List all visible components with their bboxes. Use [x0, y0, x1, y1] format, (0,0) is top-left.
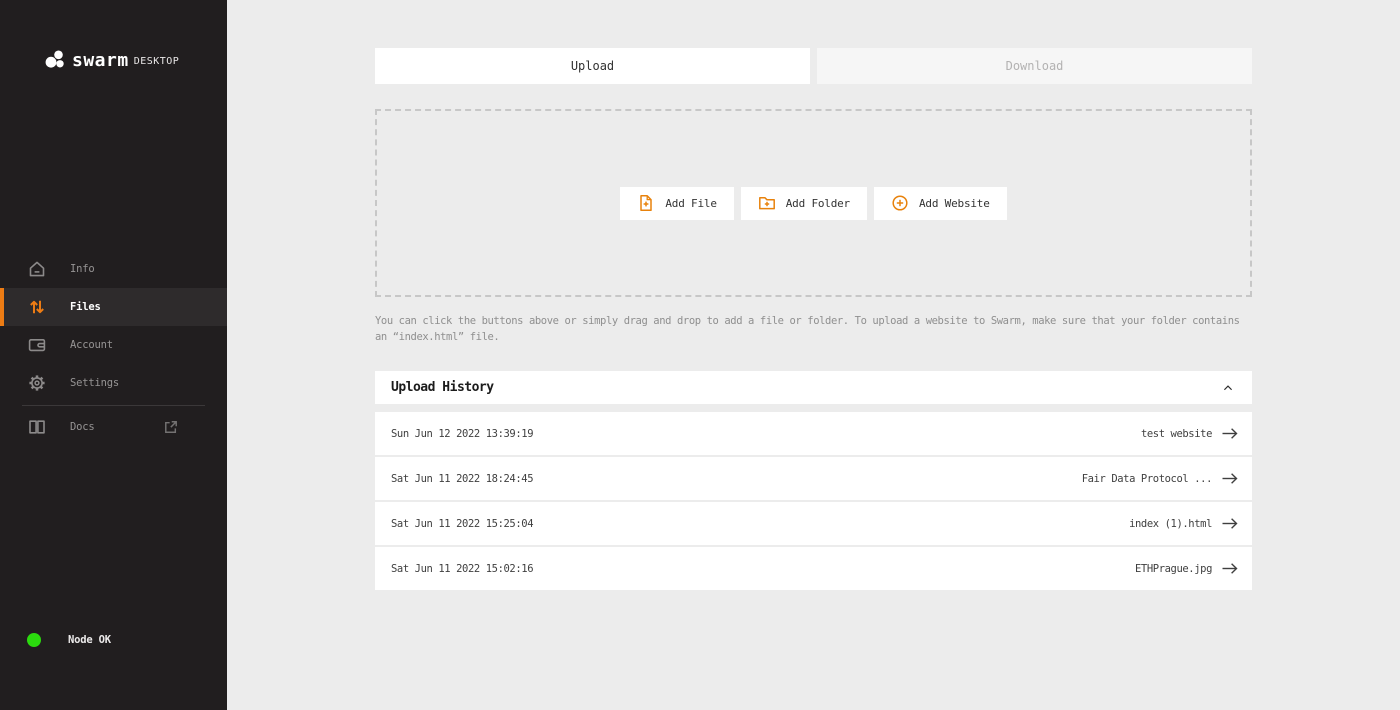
sidebar-nav: Info Files Account	[0, 250, 227, 446]
node-status: Node OK	[27, 633, 111, 647]
add-file-icon	[637, 194, 655, 212]
open-book-icon	[27, 417, 47, 437]
open-item-arrow-icon[interactable]	[1221, 471, 1239, 486]
row-timestamp: Sat Jun 11 2022 15:25:04	[391, 518, 533, 530]
dropzone-helper-text: You can click the buttons above or simpl…	[375, 313, 1252, 345]
row-filename: index (1).html	[1129, 518, 1212, 530]
tab-upload[interactable]: Upload	[375, 48, 810, 84]
upload-history-title: Upload History	[391, 380, 494, 395]
brand-suffix: DESKTOP	[134, 56, 180, 67]
history-row[interactable]: Sat Jun 11 2022 15:25:04 index (1).html	[375, 502, 1252, 545]
node-status-dot	[27, 633, 41, 647]
row-filename: ETHPrague.jpg	[1135, 563, 1212, 575]
add-file-label: Add File	[665, 197, 716, 210]
sidebar-item-docs[interactable]: Docs	[0, 408, 227, 446]
node-status-label: Node OK	[68, 634, 111, 646]
chevron-up-icon[interactable]	[1220, 380, 1236, 396]
add-website-label: Add Website	[919, 197, 990, 210]
sidebar-item-label: Settings	[70, 377, 119, 389]
upload-download-tabs: Upload Download	[375, 48, 1252, 84]
history-row[interactable]: Sun Jun 12 2022 13:39:19 test website	[375, 412, 1252, 455]
add-website-button[interactable]: Add Website	[874, 187, 1007, 220]
sidebar-item-settings[interactable]: Settings	[0, 364, 227, 402]
sidebar-divider	[22, 405, 205, 406]
sidebar-item-label: Files	[70, 301, 101, 313]
open-item-arrow-icon[interactable]	[1221, 426, 1239, 441]
row-filename: test website	[1141, 428, 1212, 440]
main-content: Upload Download Add File Add Folder	[227, 0, 1400, 710]
home-icon	[27, 259, 47, 279]
swap-vertical-icon	[27, 297, 47, 317]
row-timestamp: Sun Jun 12 2022 13:39:19	[391, 428, 533, 440]
tab-download[interactable]: Download	[817, 48, 1252, 84]
gear-icon	[27, 373, 47, 393]
sidebar-item-label: Docs	[70, 421, 95, 433]
add-file-button[interactable]: Add File	[620, 187, 733, 220]
add-folder-icon	[758, 194, 776, 212]
open-item-arrow-icon[interactable]	[1221, 561, 1239, 576]
swarm-logo-icon	[45, 49, 67, 71]
upload-history-section: Upload History Sun Jun 12 2022 13:39:19 …	[375, 371, 1252, 590]
upload-history-list: Sun Jun 12 2022 13:39:19 test website Sa…	[375, 412, 1252, 590]
sidebar-item-label: Account	[70, 339, 113, 351]
sidebar-item-label: Info	[70, 263, 95, 275]
history-row[interactable]: Sat Jun 11 2022 15:02:16 ETHPrague.jpg	[375, 547, 1252, 590]
sidebar-item-account[interactable]: Account	[0, 326, 227, 364]
sidebar-item-info[interactable]: Info	[0, 250, 227, 288]
sidebar: swarm DESKTOP Info Files Account	[0, 0, 227, 710]
upload-history-header[interactable]: Upload History	[375, 371, 1252, 404]
app-logo: swarm DESKTOP	[45, 49, 227, 71]
file-drop-zone[interactable]: Add File Add Folder Add Website	[375, 109, 1252, 297]
external-link-icon	[162, 418, 180, 436]
add-website-icon	[891, 194, 909, 212]
brand-name: swarm	[72, 50, 129, 71]
add-folder-label: Add Folder	[786, 197, 850, 210]
add-folder-button[interactable]: Add Folder	[741, 187, 867, 220]
row-filename: Fair Data Protocol ...	[1082, 473, 1212, 485]
row-timestamp: Sat Jun 11 2022 15:02:16	[391, 563, 533, 575]
history-row[interactable]: Sat Jun 11 2022 18:24:45 Fair Data Proto…	[375, 457, 1252, 500]
open-item-arrow-icon[interactable]	[1221, 516, 1239, 531]
sidebar-item-files[interactable]: Files	[0, 288, 227, 326]
row-timestamp: Sat Jun 11 2022 18:24:45	[391, 473, 533, 485]
wallet-icon	[27, 335, 47, 355]
